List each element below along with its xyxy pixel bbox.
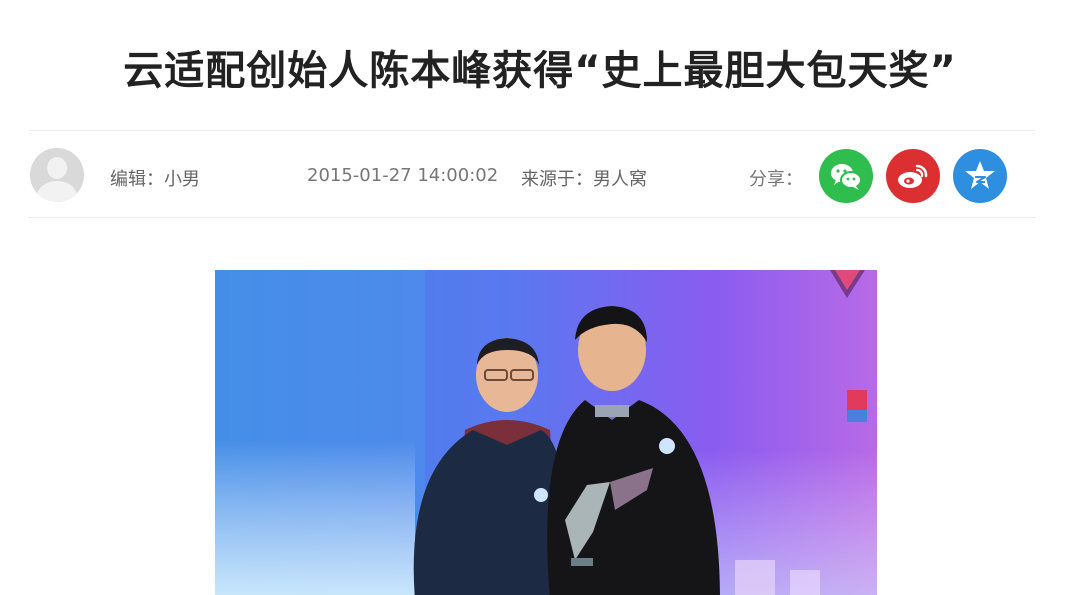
wechat-icon <box>831 164 862 190</box>
article-meta-bar: 编辑：小男 2015-01-27 14:00:02 来源于：男人窝 分享： <box>0 131 1080 217</box>
article-page: 云适配创始人陈本峰获得“史上最胆大包天奖” 编辑：小男 2015-01-27 1… <box>0 0 1080 595</box>
article-photo <box>215 270 877 595</box>
share-weibo-button[interactable] <box>886 149 940 203</box>
article-title: 云适配创始人陈本峰获得“史上最胆大包天奖” <box>123 48 957 94</box>
avatar-shoulders-shape <box>37 181 77 202</box>
editor-avatar <box>30 148 84 202</box>
share-label: 分享： <box>749 169 803 190</box>
publish-datetime: 2015-01-27 14:00:02 <box>307 165 499 186</box>
editor-label: 编辑：小男 <box>110 169 200 190</box>
weibo-icon <box>898 164 928 188</box>
share-wechat-button[interactable] <box>819 149 873 203</box>
avatar-head-shape <box>47 157 67 179</box>
source-label: 来源于：男人窝 <box>521 169 647 190</box>
award-ceremony-image <box>215 270 877 595</box>
qzone-icon <box>965 161 995 189</box>
meta-divider-bottom <box>28 217 1036 218</box>
share-qzone-button[interactable] <box>953 149 1007 203</box>
